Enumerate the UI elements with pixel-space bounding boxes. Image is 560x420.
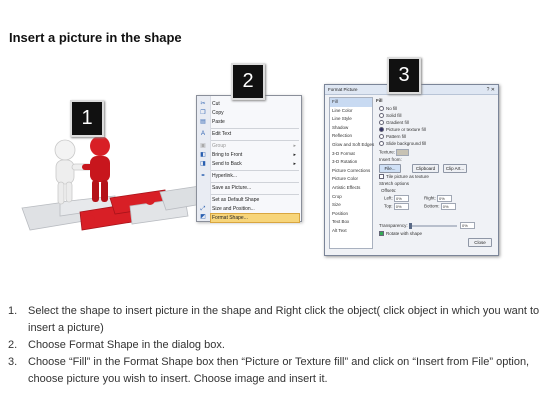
paste-icon: ▤ xyxy=(200,119,206,125)
size-position-icon: ⤢ xyxy=(200,206,206,212)
menu-item-save-as-picture[interactable]: Save as Picture... xyxy=(211,184,299,193)
close-button[interactable]: Close xyxy=(468,238,492,247)
chevron-right-icon: ▸ xyxy=(293,161,296,167)
menu-item-hyperlink[interactable]: Hyperlink... xyxy=(211,172,299,181)
page-title: Insert a picture in the shape xyxy=(9,30,182,45)
radio-pattern-fill[interactable]: Pattern fill xyxy=(379,134,406,140)
group-icon: ▣ xyxy=(200,143,206,149)
menu-item-bring-to-front-label: Bring to Front xyxy=(212,152,243,158)
step-badge-3: 3 xyxy=(387,57,421,94)
menu-item-cut[interactable]: Cut xyxy=(211,100,299,109)
list-item: 1. Select the shape to insert picture in … xyxy=(8,305,540,334)
menu-item-send-to-back[interactable]: Send to Back ▸ xyxy=(211,160,299,169)
category-3d-rotation[interactable]: 3-D Rotation xyxy=(330,158,372,167)
category-artistic-effects[interactable]: Artistic Effects xyxy=(330,184,372,193)
list-item: 3. Choose “Fill” in the Format Shape box … xyxy=(8,356,530,385)
category-3d-format[interactable]: 3-D Format xyxy=(330,150,372,159)
tile-checkbox[interactable]: Tile picture as texture xyxy=(379,174,429,180)
category-picture-corrections[interactable]: Picture Corrections xyxy=(330,167,372,176)
category-line-color[interactable]: Line Color xyxy=(330,107,372,116)
list-item: 2. Choose Format Shape in the dialog box. xyxy=(8,339,225,351)
radio-slide-background-fill[interactable]: Slide background fill xyxy=(379,141,426,147)
transparency-label: Transparency: xyxy=(379,223,408,228)
white-figure xyxy=(54,139,93,205)
category-crop[interactable]: Crop xyxy=(330,193,372,202)
puzzle-illustration xyxy=(21,136,203,231)
red-figure xyxy=(82,136,110,202)
category-alt-text[interactable]: Alt Text xyxy=(330,227,372,236)
offset-top[interactable]: Top: 0% xyxy=(384,203,409,210)
menu-separator xyxy=(211,128,299,129)
radio-picture-fill[interactable]: Picture or texture fill xyxy=(379,127,426,133)
menu-item-edit-text[interactable]: Edit Text xyxy=(211,130,299,139)
edit-text-icon: A xyxy=(200,131,205,137)
puzzle-pieces xyxy=(21,185,203,231)
menu-item-set-default-shape[interactable]: Set as Default Shape xyxy=(211,196,299,205)
category-line-style[interactable]: Line Style xyxy=(330,115,372,124)
category-shadow[interactable]: Shadow xyxy=(330,124,372,133)
radio-solid-fill[interactable]: Solid fill xyxy=(379,113,402,119)
menu-item-bring-to-front[interactable]: Bring to Front ▸ xyxy=(211,151,299,160)
category-text-box[interactable]: Text Box xyxy=(330,218,372,227)
menu-item-format-shape[interactable]: Format Shape... xyxy=(210,213,300,223)
slider-thumb[interactable] xyxy=(409,223,412,229)
step-badge-2: 2 xyxy=(231,63,265,100)
category-glow[interactable]: Glow and Soft Edges xyxy=(330,141,374,150)
offset-right[interactable]: Right: 0% xyxy=(424,195,453,202)
radio-no-fill[interactable]: No fill xyxy=(379,106,397,112)
texture-picker[interactable]: Texture: xyxy=(379,149,410,156)
bring-front-icon: ◧ xyxy=(200,152,206,158)
menu-item-group-label: Group xyxy=(212,143,226,149)
menu-item-group[interactable]: Group ▸ xyxy=(211,142,299,151)
step-badge-1: 1 xyxy=(70,100,104,137)
close-icon[interactable]: ? ✕ xyxy=(487,86,495,95)
format-shape-icon: ◩ xyxy=(200,214,206,220)
section-title: Fill xyxy=(376,98,383,103)
category-size[interactable]: Size xyxy=(330,201,372,210)
transparency-input[interactable]: 0% xyxy=(460,222,475,229)
format-picture-dialog: Format Picture ? ✕ Fill Line Color Line S… xyxy=(324,84,499,256)
insert-from-label: Insert from: xyxy=(379,157,402,162)
fill-panel: Fill No fill Solid fill Gradient fill Pi… xyxy=(376,97,494,247)
copy-icon: ❐ xyxy=(200,110,206,116)
category-fill[interactable]: Fill xyxy=(330,98,372,107)
dialog-title: Format Picture xyxy=(328,87,358,92)
menu-separator xyxy=(211,182,299,183)
category-list: Fill Line Color Line Style Shadow Reflec… xyxy=(329,97,374,249)
rotate-checkbox[interactable]: Rotate with shape xyxy=(379,231,422,237)
menu-item-paste[interactable]: Paste xyxy=(211,118,299,127)
category-position[interactable]: Position xyxy=(330,210,372,219)
menu-separator xyxy=(211,140,299,141)
offset-left[interactable]: Left: 0% xyxy=(384,195,410,202)
hyperlink-icon: ⚭ xyxy=(200,173,206,179)
file-button[interactable]: File... xyxy=(379,164,401,173)
clipboard-button[interactable]: Clipboard xyxy=(412,164,439,173)
context-menu: ✂ Cut ❐ Copy ▤ Paste A Edit Text ▣ Group… xyxy=(196,95,302,223)
menu-item-copy[interactable]: Copy xyxy=(211,109,299,118)
radio-gradient-fill[interactable]: Gradient fill xyxy=(379,120,409,126)
offsets-label: Offsets: xyxy=(381,188,397,193)
menu-item-send-to-back-label: Send to Back xyxy=(212,161,242,167)
send-back-icon: ◨ xyxy=(200,161,206,167)
clip-art-button[interactable]: Clip Art... xyxy=(443,164,467,173)
chevron-right-icon: ▸ xyxy=(293,143,296,149)
chevron-right-icon: ▸ xyxy=(293,152,296,158)
menu-separator xyxy=(211,170,299,171)
stretch-options-label: Stretch options xyxy=(379,181,410,186)
instruction-steps: 1. Select the shape to insert picture in … xyxy=(8,303,556,388)
category-picture-color[interactable]: Picture Color xyxy=(330,175,372,184)
category-reflection[interactable]: Reflection xyxy=(330,132,372,141)
scissors-icon: ✂ xyxy=(200,101,206,107)
offset-bottom[interactable]: Bottom: 0% xyxy=(424,203,456,210)
transparency-slider[interactable] xyxy=(409,223,457,229)
menu-separator xyxy=(211,194,299,195)
